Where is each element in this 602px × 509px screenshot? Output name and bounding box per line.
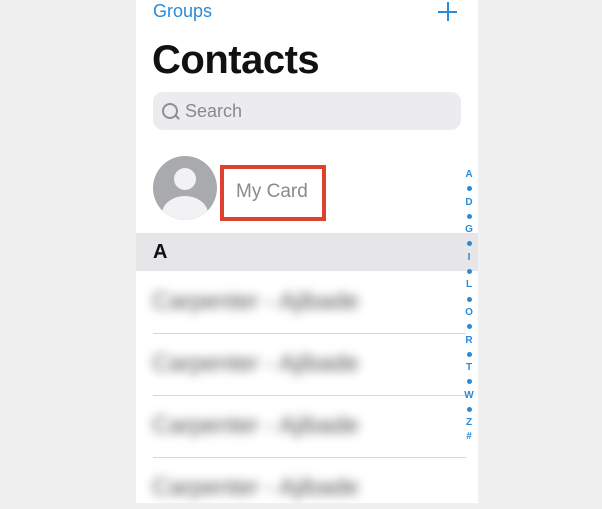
contacts-screen: Groups Contacts Search My Card A Carpent… <box>136 0 478 503</box>
alphabet-index[interactable]: A D G I L O R T W Z # <box>463 168 475 444</box>
search-placeholder: Search <box>185 101 243 121</box>
index-dot[interactable] <box>467 320 472 334</box>
index-dot[interactable] <box>467 347 472 361</box>
index-letter[interactable]: A <box>465 168 472 182</box>
index-letter[interactable]: G <box>465 223 473 237</box>
index-dot[interactable] <box>467 403 472 417</box>
my-card-label: My Card <box>236 181 308 202</box>
plus-icon[interactable] <box>436 0 460 24</box>
index-letter[interactable]: T <box>466 361 472 375</box>
index-dot[interactable] <box>467 182 472 196</box>
index-letter[interactable]: O <box>465 306 473 320</box>
index-letter[interactable]: L <box>466 278 472 292</box>
contact-row[interactable]: Carpenter - Ajibade <box>136 334 466 396</box>
contact-name: Carpenter - Ajibade <box>152 412 359 439</box>
person-body-icon <box>162 196 208 220</box>
search-icon <box>162 103 178 119</box>
index-dot[interactable] <box>467 375 472 389</box>
index-letter[interactable]: # <box>466 430 472 444</box>
section-header: A <box>136 233 478 271</box>
index-dot[interactable] <box>467 292 472 306</box>
contact-name: Carpenter - Ajibade <box>152 474 359 501</box>
index-dot[interactable] <box>467 209 472 223</box>
groups-button[interactable]: Groups <box>153 1 212 22</box>
index-letter[interactable]: W <box>464 389 473 403</box>
index-letter[interactable]: I <box>468 251 471 265</box>
contact-name: Carpenter - Ajibade <box>152 288 359 315</box>
avatar[interactable] <box>153 156 217 220</box>
index-dot[interactable] <box>467 265 472 279</box>
index-dot[interactable] <box>467 237 472 251</box>
index-letter[interactable]: R <box>465 334 472 348</box>
contact-row[interactable]: Carpenter - Ajibade <box>136 458 466 503</box>
contact-row[interactable]: Carpenter - Ajibade <box>136 396 466 458</box>
section-letter: A <box>153 241 168 263</box>
page-title: Contacts <box>152 38 320 82</box>
contact-row[interactable]: Carpenter - Ajibade <box>136 272 466 334</box>
search-input[interactable]: Search <box>153 92 461 130</box>
contact-name: Carpenter - Ajibade <box>152 350 359 377</box>
my-card-highlight[interactable]: My Card <box>220 165 326 221</box>
person-head-icon <box>174 168 196 190</box>
index-letter[interactable]: D <box>465 196 472 210</box>
index-letter[interactable]: Z <box>466 416 472 430</box>
